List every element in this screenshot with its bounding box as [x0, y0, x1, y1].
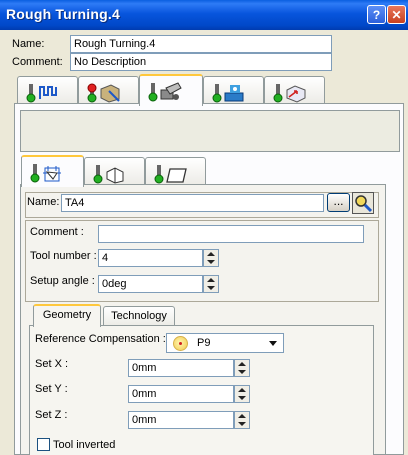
- browse-button[interactable]: ...: [327, 193, 350, 212]
- reference-compensation-label: Reference Compensation :: [35, 333, 166, 345]
- help-button[interactable]: ?: [367, 5, 386, 24]
- geometry-part-icon: [87, 83, 120, 103]
- operation-name-field[interactable]: Rough Turning.4: [70, 35, 332, 53]
- compensation-point-icon: [173, 336, 188, 351]
- set-y-spinner[interactable]: [234, 385, 250, 403]
- operation-comment-field[interactable]: No Description: [70, 53, 332, 71]
- tab-tool[interactable]: [139, 74, 203, 106]
- tab-feeds-speeds[interactable]: [203, 76, 264, 104]
- set-z-field[interactable]: 0mm: [128, 411, 234, 429]
- close-button[interactable]: ✕: [387, 5, 406, 24]
- search-tool-button[interactable]: [352, 192, 374, 214]
- insert-icon: [154, 165, 187, 184]
- tool-inverted-label: Tool inverted: [53, 439, 116, 451]
- tool-comment-label: Comment :: [30, 226, 84, 238]
- insert-holder-icon: [93, 165, 124, 184]
- tab-insert[interactable]: [145, 157, 206, 185]
- setup-angle-label: Setup angle :: [30, 275, 95, 287]
- tool-number-spinner[interactable]: [203, 249, 219, 267]
- tool-assembly-tab-icon: [30, 164, 61, 183]
- tool-comment-field[interactable]: [98, 225, 364, 243]
- tab-geometry[interactable]: [78, 76, 139, 104]
- set-x-field[interactable]: 0mm: [128, 359, 234, 377]
- tab-tool-assembly[interactable]: [21, 155, 84, 187]
- set-z-label: Set Z :: [35, 409, 68, 421]
- reference-compensation-select[interactable]: P9: [166, 333, 284, 353]
- set-z-spinner[interactable]: [234, 411, 250, 429]
- feeds-speeds-icon: [212, 84, 244, 103]
- tool-preview-area: [20, 110, 400, 152]
- tab-strategy[interactable]: [17, 76, 78, 104]
- set-x-label: Set X :: [35, 358, 69, 370]
- tab-insert-holder[interactable]: [84, 157, 145, 185]
- tool-inverted-checkbox[interactable]: [37, 438, 50, 451]
- strategy-icon: [26, 84, 57, 103]
- tool-number-label: Tool number :: [30, 250, 97, 262]
- tool-number-field[interactable]: 4: [98, 249, 203, 267]
- tab-technology[interactable]: Technology: [103, 306, 175, 326]
- tab-macros[interactable]: [264, 76, 325, 104]
- setup-angle-spinner[interactable]: [203, 275, 219, 293]
- macros-icon: [273, 84, 306, 103]
- set-y-label: Set Y :: [35, 383, 68, 395]
- tool-name-field[interactable]: TA4: [61, 194, 324, 212]
- chevron-down-icon: [269, 341, 277, 346]
- window-title: Rough Turning.4: [6, 6, 120, 22]
- title-bar[interactable]: Rough Turning.4 ? ✕: [0, 0, 408, 30]
- search-icon: [355, 195, 373, 213]
- tab-geometry-inner[interactable]: Geometry: [33, 304, 101, 327]
- setup-angle-field[interactable]: 0deg: [98, 275, 203, 293]
- reference-compensation-value: P9: [197, 337, 211, 349]
- tool-assembly-icon: [148, 82, 182, 102]
- name-label: Name:: [12, 38, 45, 50]
- tool-name-label: Name:: [27, 196, 60, 208]
- set-x-spinner[interactable]: [234, 359, 250, 377]
- set-y-field[interactable]: 0mm: [128, 385, 234, 403]
- comment-label: Comment:: [12, 56, 63, 68]
